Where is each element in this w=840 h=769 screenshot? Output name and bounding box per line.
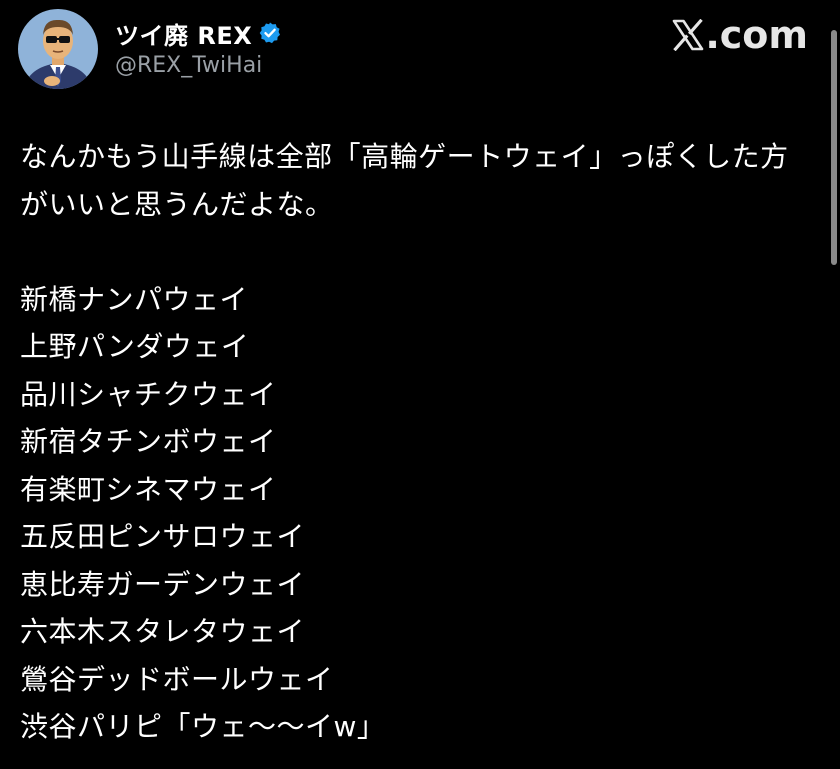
station-item: 有楽町シネマウェイ — [20, 472, 277, 506]
station-item: 新橋ナンパウェイ — [20, 282, 249, 316]
avatar[interactable] — [18, 9, 98, 89]
brand-domain-text: .com — [705, 13, 808, 57]
x-brand[interactable]: .com — [672, 13, 808, 57]
station-item: 渋谷パリピ「ウェ〜〜イw」 — [20, 710, 386, 743]
display-name[interactable]: ツイ廃 REX — [115, 16, 252, 51]
user-handle[interactable]: @REX_TwiHai — [115, 53, 282, 78]
tweet-line: がいいと思うんだよな。 — [20, 187, 334, 221]
user-info: ツイ廃 REX @REX_TwiHai — [115, 17, 282, 78]
station-item: 上野パンダウェイ — [20, 330, 250, 363]
tweet-line: なんかもう山手線は全部「高輪ゲートウェイ」っぽくした方 — [20, 140, 789, 173]
x-logo-icon — [673, 19, 704, 51]
station-item: 六本木スタレタウェイ — [20, 615, 306, 648]
tweet-text: なんかもう山手線は全部「高輪ゲートウェイ」っぽくした方 がいいと思うんだよな。 … — [20, 133, 820, 751]
station-item: 品川シャチクウェイ — [20, 377, 277, 411]
station-item: 五反田ピンサロウェイ — [20, 520, 306, 553]
tweet-header: ツイ廃 REX @REX_TwiHai .com — [18, 9, 822, 93]
verified-badge-icon — [258, 21, 282, 45]
station-item: 恵比寿ガーデンウェイ — [20, 567, 306, 601]
scrollbar[interactable] — [831, 30, 837, 265]
paragraph-break — [20, 228, 820, 276]
station-item: 鶯谷デッドボールウェイ — [20, 662, 334, 696]
name-row: ツイ廃 REX — [115, 16, 282, 51]
station-item: 新宿タチンボウェイ — [20, 425, 277, 458]
station-list: 新橋ナンパウェイ 上野パンダウェイ 品川シャチクウェイ 新宿タチンボウェイ 有楽… — [20, 276, 820, 751]
